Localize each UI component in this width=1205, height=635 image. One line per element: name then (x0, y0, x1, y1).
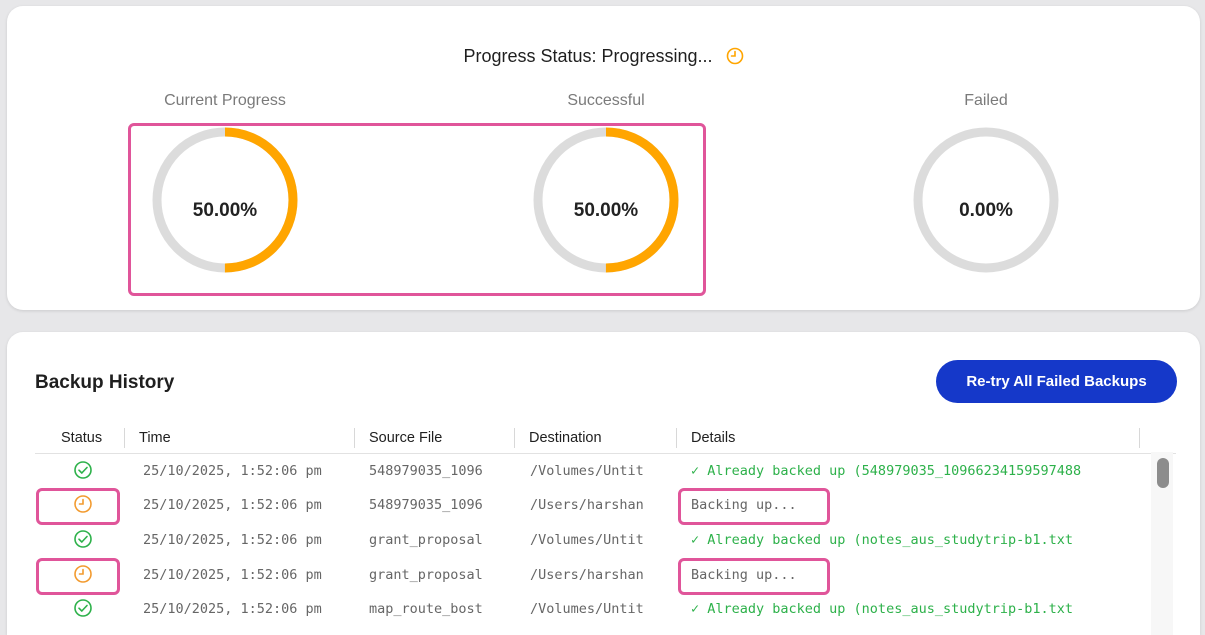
destination-cell: /Users/harshan (530, 497, 644, 513)
source-file-cell: map_route_bost (369, 601, 483, 617)
gauge-label: Current Progress (164, 92, 286, 109)
check-circle-icon (73, 598, 97, 622)
retry-failed-backups-button[interactable]: Re-try All Failed Backups (936, 360, 1177, 403)
check-circle-icon (73, 460, 97, 484)
source-file-cell: 548979035_1096 (369, 497, 483, 513)
progress-status-heading: Progress Status: Progressing... (7, 46, 1200, 70)
successful-gauge: Successful 50.00% (506, 92, 706, 302)
time-cell: 25/10/2025, 1:52:06 pm (143, 463, 322, 479)
column-divider (1139, 428, 1140, 448)
column-header-details[interactable]: Details (676, 428, 735, 448)
gauge-label: Successful (567, 92, 645, 109)
time-cell: 25/10/2025, 1:52:06 pm (143, 567, 322, 583)
gauge-value: 0.00% (959, 200, 1013, 221)
table-row[interactable]: 25/10/2025, 1:52:06 pm map_route_bost /V… (35, 598, 1155, 623)
table-header: Status Time Source File Destination Deta… (35, 420, 1176, 454)
gauge-value: 50.00% (192, 200, 258, 221)
clock-icon (726, 47, 744, 70)
failed-gauge: Failed 0.00% (886, 92, 1086, 302)
clock-icon (73, 494, 97, 518)
backup-history-table-body: 25/10/2025, 1:52:06 pm 548979035_1096 /V… (35, 460, 1155, 635)
destination-cell: /Volumes/Untit (530, 463, 644, 479)
details-cell: ✓ Already backed up (notes_aus_studytrip… (691, 601, 1074, 617)
destination-cell: /Users/harshan (530, 567, 644, 583)
table-scrollbar[interactable] (1151, 452, 1173, 635)
clock-icon (73, 564, 97, 588)
backup-history-title: Backup History (35, 372, 175, 393)
gauge-value: 50.00% (573, 200, 639, 221)
table-row[interactable]: 25/10/2025, 1:52:06 pm 548979035_1096 /U… (35, 494, 1155, 519)
current-progress-gauge: Current Progress 50.00% (125, 92, 325, 302)
gauge-label: Failed (964, 92, 1008, 109)
table-row[interactable]: 25/10/2025, 1:52:06 pm grant_proposal /U… (35, 564, 1155, 589)
source-file-cell: grant_proposal (369, 532, 483, 548)
column-header-time[interactable]: Time (124, 428, 171, 448)
details-cell: ✓ Already backed up (notes_aus_studytrip… (691, 532, 1074, 548)
time-cell: 25/10/2025, 1:52:06 pm (143, 532, 322, 548)
destination-cell: /Volumes/Untit (530, 532, 644, 548)
column-header-status[interactable]: Status (61, 428, 102, 448)
backup-history-card: Backup History Re-try All Failed Backups… (7, 332, 1200, 635)
destination-cell: /Volumes/Untit (530, 601, 644, 617)
table-row[interactable]: 25/10/2025, 1:52:06 pm grant_proposal /V… (35, 529, 1155, 554)
check-circle-icon (73, 529, 97, 553)
progress-status-title: Progress Status: Progressing... (463, 46, 713, 66)
column-header-destination[interactable]: Destination (514, 428, 602, 448)
scrollbar-thumb[interactable] (1157, 458, 1169, 488)
time-cell: 25/10/2025, 1:52:06 pm (143, 601, 322, 617)
progress-status-card: Progress Status: Progressing... Current … (7, 6, 1200, 310)
source-file-cell: grant_proposal (369, 567, 483, 583)
details-cell: Backing up... (691, 567, 797, 583)
column-header-source-file[interactable]: Source File (354, 428, 442, 448)
details-cell: ✓ Already backed up (548979035_109662341… (691, 463, 1082, 479)
time-cell: 25/10/2025, 1:52:06 pm (143, 497, 322, 513)
details-cell: Backing up... (691, 497, 797, 513)
table-row[interactable]: 25/10/2025, 1:52:06 pm 548979035_1096 /V… (35, 460, 1155, 485)
source-file-cell: 548979035_1096 (369, 463, 483, 479)
